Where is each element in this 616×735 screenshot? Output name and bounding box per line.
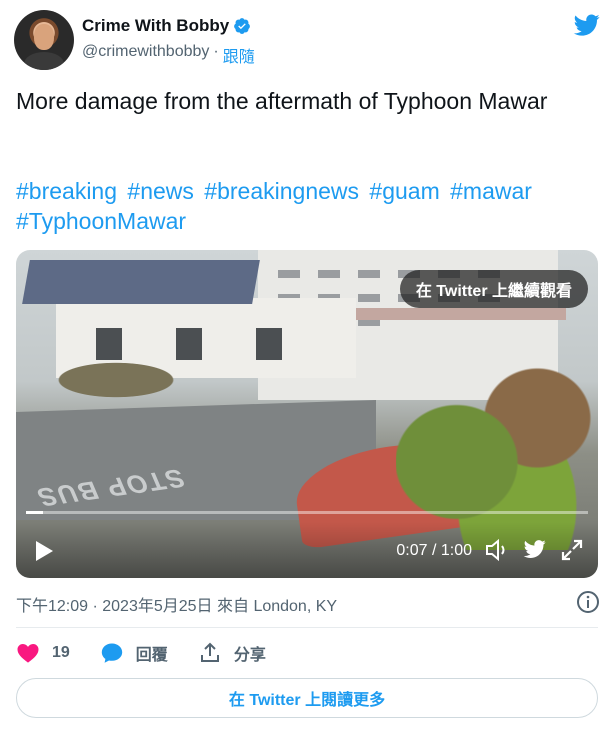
hashtag-link[interactable]: #breakingnews — [204, 178, 359, 204]
tweet-header: Crime With Bobby @crimewithbobby · 跟隨 — [14, 10, 602, 72]
like-button[interactable]: 19 — [16, 641, 70, 665]
hashtag-link[interactable]: #breaking — [16, 178, 117, 204]
tweet-actions: 19 回覆 分享 — [16, 638, 296, 668]
share-label: 分享 — [233, 647, 266, 664]
divider — [16, 627, 598, 628]
share-icon — [200, 642, 219, 662]
twitter-bird-icon[interactable] — [522, 538, 548, 560]
video-scene-roof — [22, 260, 260, 304]
video-progress-fill — [26, 511, 43, 514]
play-icon[interactable] — [34, 540, 54, 562]
share-button[interactable]: 分享 — [198, 641, 266, 665]
hashtag-list: #breaking #news #breakingnews #guam #maw… — [16, 176, 596, 236]
reply-bubble-icon — [101, 643, 122, 663]
watch-on-twitter-button[interactable]: 在 Twitter 上繼續觀看 — [399, 270, 588, 308]
heart-icon — [17, 644, 39, 663]
author-name[interactable]: Crime With Bobby — [82, 16, 229, 36]
volume-icon[interactable] — [484, 538, 510, 562]
video-scene-porch — [356, 308, 566, 320]
video-controls — [16, 522, 598, 578]
tweet-text: More damage from the aftermath of Typhoo… — [16, 88, 548, 114]
avatar-shirt — [24, 52, 64, 70]
hashtag-link[interactable]: #news — [127, 178, 193, 204]
tweet-timestamp[interactable]: 下午12:09 · 2023年5月25日 來自 London, KY — [16, 592, 337, 616]
video-scene-debris — [16, 350, 216, 410]
author-handle[interactable]: @crimewithbobby — [82, 43, 209, 67]
hashtag-link[interactable]: #TyphoonMawar — [16, 208, 186, 234]
twitter-bird-icon[interactable] — [572, 12, 602, 38]
reply-button[interactable]: 回覆 — [100, 641, 168, 665]
hashtag-link[interactable]: #guam — [369, 178, 439, 204]
handle-separator: · — [213, 43, 219, 60]
like-count: 19 — [52, 644, 70, 661]
video-scene-bushes — [396, 330, 598, 550]
reply-label: 回覆 — [135, 647, 168, 664]
author-name-row[interactable]: Crime With Bobby — [82, 16, 251, 36]
read-more-button[interactable]: 在 Twitter 上閱讀更多 — [16, 678, 598, 718]
avatar-face — [34, 24, 54, 50]
verified-badge-icon — [234, 18, 251, 34]
follow-link[interactable]: 跟隨 — [223, 43, 255, 67]
info-icon[interactable] — [576, 590, 600, 614]
hashtag-link[interactable]: #mawar — [450, 178, 532, 204]
expand-icon[interactable] — [560, 538, 584, 562]
avatar[interactable] — [14, 10, 74, 70]
video-time: 0:07 / 1:00 — [396, 542, 472, 559]
video-player[interactable]: STOP BUS 在 Twitter 上繼續觀看 0:07 / 1:00 — [16, 250, 598, 578]
video-progress-bar[interactable] — [26, 511, 588, 514]
handle-row: @crimewithbobby · 跟隨 — [82, 43, 255, 67]
